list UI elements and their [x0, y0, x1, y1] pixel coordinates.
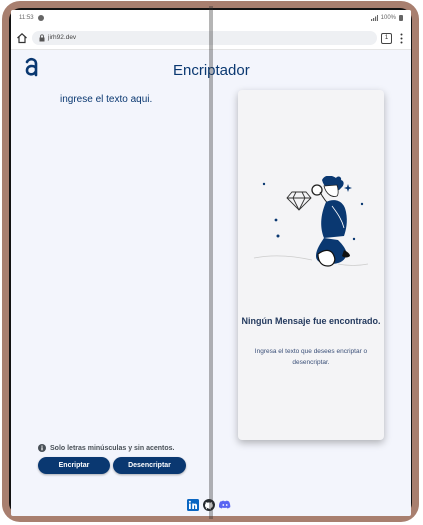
result-title: Ningún Mensaje fue encontrado. — [241, 316, 381, 326]
text-input-area[interactable]: ingrese el texto aqui. — [60, 94, 152, 105]
battery-icon — [399, 15, 403, 21]
input-rules-notice: Solo letras minúsculas y sin acentos. — [38, 444, 175, 452]
status-right: 100% — [370, 15, 403, 21]
linkedin-icon[interactable] — [187, 499, 199, 511]
notice-text: Solo letras minúsculas y sin acentos. — [50, 444, 175, 452]
device-hinge — [209, 6, 213, 519]
url-text: jirh92.dev — [48, 34, 77, 41]
info-icon — [38, 444, 46, 452]
status-time: 11:53 — [19, 15, 34, 21]
decrypt-button[interactable]: Desencriptar — [113, 457, 186, 474]
notification-dot-icon — [38, 15, 44, 21]
encrypt-button[interactable]: Encriptar — [38, 457, 110, 474]
address-bar[interactable]: jirh92.dev — [32, 31, 377, 45]
discord-icon[interactable] — [219, 499, 231, 511]
illustration-person-magnifier — [253, 176, 369, 267]
lock-icon — [39, 34, 45, 42]
home-icon[interactable] — [16, 32, 28, 44]
result-panel: Ningún Mensaje fue encontrado. Ingresa e… — [238, 90, 384, 440]
tab-count-button[interactable]: 1 — [381, 33, 392, 44]
more-menu-icon[interactable] — [400, 33, 403, 44]
diamond-icon — [286, 191, 312, 211]
battery-percent: 100% — [380, 15, 396, 21]
signal-icon — [370, 15, 378, 21]
result-message: Ingresa el texto que desees encriptar o … — [254, 348, 368, 366]
alura-logo-icon[interactable] — [24, 57, 40, 77]
